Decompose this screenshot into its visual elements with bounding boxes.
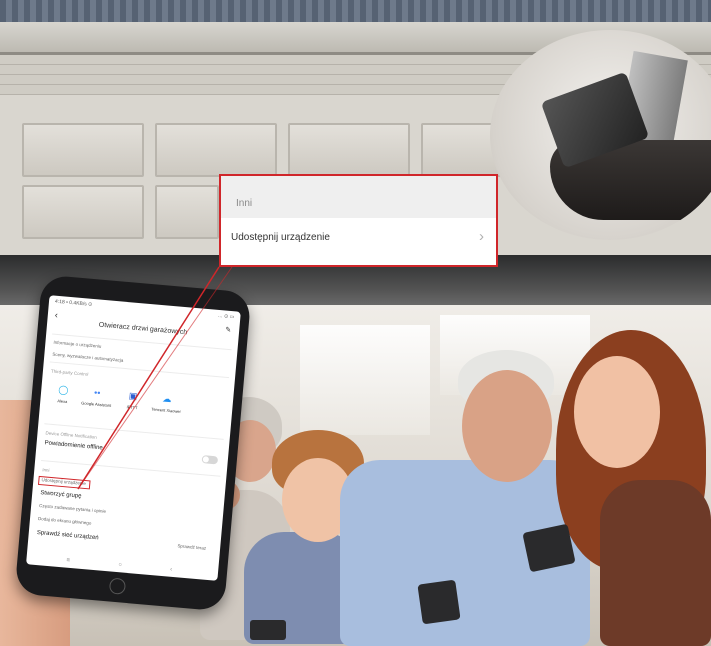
add-home-screen-row[interactable]: Dodaj do ekranu głównego (38, 516, 92, 526)
device-title: Otwieracz drzwi garażowych (98, 321, 188, 337)
door-panel (22, 123, 144, 177)
door-panel (22, 185, 144, 239)
divider (41, 460, 221, 477)
check-now-link[interactable]: Sprawdź teraz (177, 543, 206, 550)
alexa-button[interactable]: ◯ Alexa (46, 381, 80, 405)
status-bar: 4:18 • 0.4KB/s ⊙ (54, 298, 93, 308)
chevron-right-icon: › (479, 228, 484, 245)
home-button[interactable] (108, 577, 127, 595)
share-device-item[interactable]: Udostępnij urządzenie (231, 232, 330, 243)
nav-back-icon[interactable]: ‹ (170, 567, 173, 573)
offline-notification-row: Powiadomienie offline (44, 440, 103, 452)
callout-section-label: Inni (236, 198, 253, 209)
phone-in-grandfather-hand (417, 579, 461, 625)
door-panel (155, 185, 219, 239)
product-photo: 4:18 • 0.4KB/s ⊙ … ⊙ ▭ ‹ ✎ Otwieracz drz… (0, 0, 711, 646)
others-label: Inni (42, 467, 50, 473)
door-panel (155, 123, 277, 177)
nav-home-icon[interactable]: ○ (118, 562, 122, 568)
door-panel (288, 123, 410, 177)
faq-row[interactable]: Często zadawane pytania i opinie (39, 503, 106, 514)
ifttt-icon: ▣ (128, 390, 138, 402)
offline-notification-toggle[interactable] (201, 455, 219, 465)
offline-notification-label: Device Offline Notification (45, 430, 98, 440)
third-party-label: Third-party Control (50, 368, 89, 377)
google-assistant-icon: •• (93, 387, 101, 398)
status-icons: … ⊙ ▭ (217, 312, 235, 321)
create-group-row[interactable]: Stworzyć grupę (40, 490, 82, 500)
check-network-row[interactable]: Sprawdź sieć urządzeń (37, 530, 99, 541)
nav-menu-icon[interactable]: ≡ (66, 558, 70, 564)
tencent-xiaowei-button[interactable]: ☁ Tencent Xiaowei (150, 390, 184, 414)
zoom-callout: Inni Udostępnij urządzenie › (219, 174, 498, 267)
google-assistant-button[interactable]: •• Google Assistant (80, 384, 114, 408)
roof-shingles (0, 0, 711, 22)
alexa-icon: ◯ (57, 384, 69, 396)
room-window (300, 325, 430, 435)
callout-section-band (221, 176, 496, 218)
smartphone: 4:18 • 0.4KB/s ⊙ … ⊙ ▭ ‹ ✎ Otwieracz drz… (14, 274, 252, 612)
ifttt-button[interactable]: ▣ IFTTT (116, 387, 150, 411)
scene-automation-row[interactable]: Sceny, wyzwalacze i automatyzacja (52, 352, 123, 363)
device-info-row[interactable]: Informacje o urządzeniu (53, 340, 101, 349)
app-screen: 4:18 • 0.4KB/s ⊙ … ⊙ ▭ ‹ ✎ Otwieracz drz… (26, 295, 241, 581)
tencent-xiaowei-icon: ☁ (162, 393, 172, 405)
phone-in-child-hand (250, 620, 286, 640)
